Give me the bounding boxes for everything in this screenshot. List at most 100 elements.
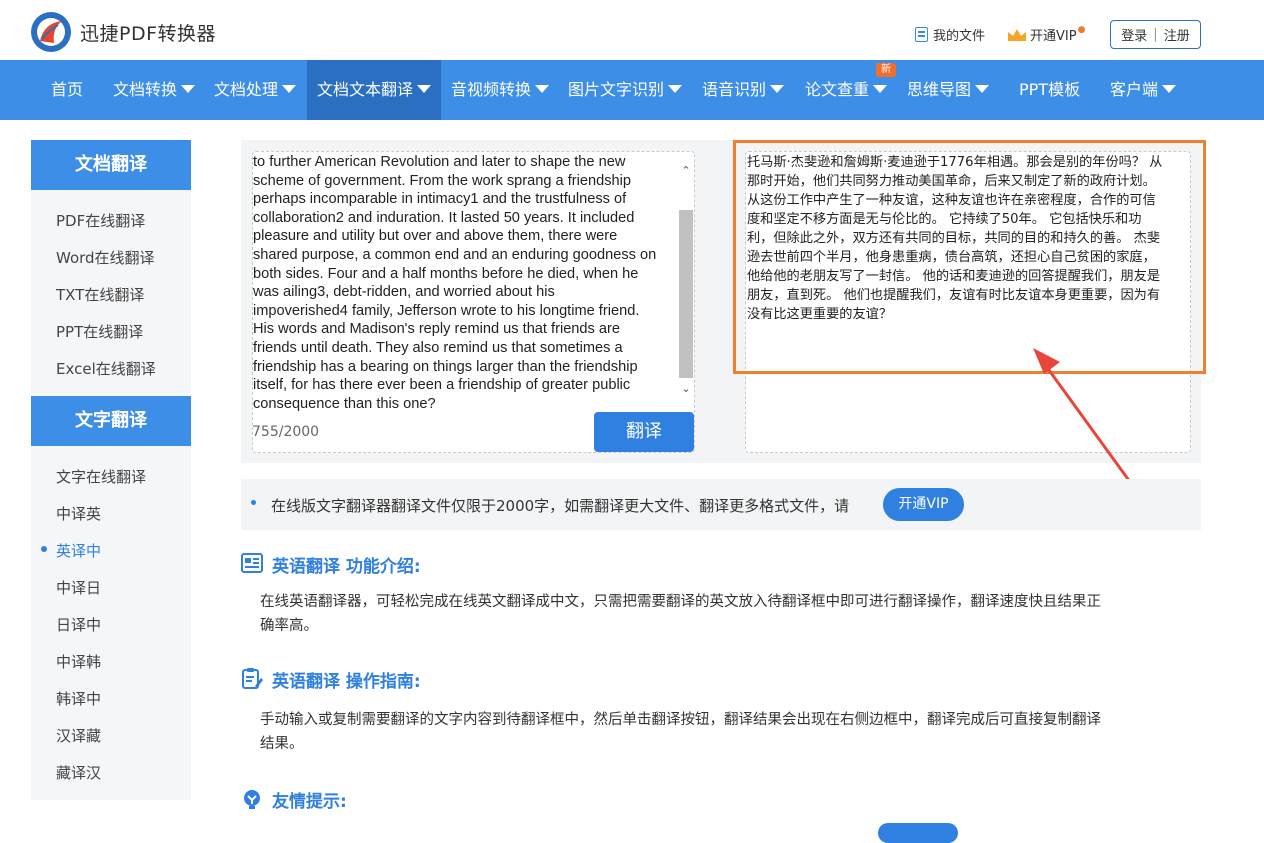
sidebar-item-en-zh[interactable]: 英译中 <box>56 540 101 561</box>
source-line: friendship has a bearing on things large… <box>253 358 638 375</box>
nav-mindmap[interactable]: 思维导图 <box>907 60 990 120</box>
sidebar-item-bo-zh[interactable]: 藏译汉 <box>56 762 101 783</box>
lightbulb-icon <box>244 790 260 809</box>
sidebar-item-txt[interactable]: TXT在线翻译 <box>56 284 144 305</box>
nav-av-convert-label: 音视频转换 <box>451 80 532 99</box>
chevron-down-icon <box>417 84 432 93</box>
nav-ppt-template[interactable]: PPT模板 <box>1019 60 1080 120</box>
body-line: 结果。 <box>260 736 304 752</box>
scroll-down-icon[interactable]: ⌄ <box>680 382 692 395</box>
sidebar-item-ppt[interactable]: PPT在线翻译 <box>56 321 143 342</box>
sidebar-item-pdf[interactable]: PDF在线翻译 <box>56 210 145 231</box>
chevron-down-icon <box>668 84 683 93</box>
friendly-tip-title: 友情提示: <box>272 792 347 812</box>
chevron-down-icon <box>873 84 888 93</box>
chevron-down-icon <box>181 84 196 93</box>
nav-home[interactable]: 首页 <box>51 60 83 120</box>
source-line: pleasure and utility but over and above … <box>253 228 618 245</box>
sidebar-text-translate-title: 文字翻译 <box>31 396 191 446</box>
active-indicator-dot <box>41 546 47 552</box>
source-line: perhaps incomparable in intimacy1 and th… <box>253 191 627 208</box>
source-line: friends until death. They also remind us… <box>253 339 623 356</box>
nav-ocr[interactable]: 图片文字识别 <box>568 60 683 120</box>
source-line: scheme of government. From the work spra… <box>253 172 631 189</box>
source-line: collaboration2 and induration. It lasted… <box>253 209 635 226</box>
body-line: 确率高。 <box>260 618 318 634</box>
bullet-icon <box>251 500 256 505</box>
newspaper-icon <box>241 553 263 573</box>
divider: | <box>1153 27 1158 42</box>
my-files-label: 我的文件 <box>933 29 986 44</box>
scrollbar-thumb[interactable] <box>679 210 693 378</box>
sidebar-doc-translate-title: 文档翻译 <box>31 140 191 190</box>
nav-ppt-template-label: PPT模板 <box>1019 80 1081 99</box>
sidebar-text-list <box>31 446 191 800</box>
chevron-down-icon <box>282 84 297 93</box>
result-highlight-box <box>733 140 1206 374</box>
open-vip-link[interactable]: 开通VIP ● <box>1007 25 1085 44</box>
body-line: 手动输入或复制需要翻译的文字内容到待翻译框中，然后单击翻译按钮，翻译结果会出现在… <box>260 712 1101 728</box>
sidebar-item-word[interactable]: Word在线翻译 <box>56 247 155 268</box>
chevron-down-icon <box>975 84 990 93</box>
chevron-down-icon <box>770 84 785 93</box>
char-counter: 755/2000 <box>252 424 320 440</box>
brand-name[interactable]: 迅捷PDF转换器 <box>80 19 216 46</box>
nav-client[interactable]: 客户端 <box>1110 60 1177 120</box>
sidebar-item-zh-en[interactable]: 中译英 <box>56 503 101 524</box>
sidebar-item-zh-ko[interactable]: 中译韩 <box>56 651 101 672</box>
nav-ocr-label: 图片文字识别 <box>568 80 665 99</box>
source-line: His words and Madison's reply remind us … <box>253 321 620 338</box>
app-logo[interactable] <box>30 11 72 53</box>
source-line: itself, for has there ever been a friend… <box>253 377 631 394</box>
sidebar-item-zh-ja[interactable]: 中译日 <box>56 577 101 598</box>
scroll-up-icon[interactable]: ⌃ <box>680 164 692 177</box>
sidebar-item-text-online[interactable]: 文字在线翻译 <box>56 466 146 487</box>
flame-icon: ● <box>1077 24 1086 35</box>
body-line: 在线英语翻译器，可轻松完成在线英文翻译成中文，只需把需要翻译的英文放入待翻译框中… <box>260 594 1101 610</box>
nav-speech-label: 语音识别 <box>702 80 767 99</box>
nav-doc-process[interactable]: 文档处理 <box>214 60 297 120</box>
feature-intro-body: 在线英语翻译器，可轻松完成在线英文翻译成中文，只需把需要翻译的英文放入待翻译框中… <box>260 590 1190 638</box>
chevron-down-icon <box>535 84 550 93</box>
new-badge: 新 <box>876 63 896 77</box>
open-vip-label: 开通VIP <box>1030 29 1077 44</box>
source-line: shared purpose, a common end and an endu… <box>253 246 657 263</box>
partial-button[interactable] <box>878 823 958 843</box>
feature-intro-title: 英语翻译 功能介绍: <box>272 557 421 577</box>
nav-client-label: 客户端 <box>1110 80 1159 99</box>
login-register-box: 登录 | 注册 <box>1110 20 1201 49</box>
nav-plagiarism-label: 论文查重 <box>805 80 870 99</box>
source-line: both sides. Four and a half months befor… <box>253 265 639 282</box>
clipboard-edit-icon <box>242 668 263 689</box>
source-text[interactable]: to further American Revolution and later… <box>253 153 675 411</box>
translate-button[interactable]: 翻译 <box>594 412 694 452</box>
nav-doc-convert[interactable]: 文档转换 <box>113 60 196 120</box>
my-files-link[interactable]: 我的文件 <box>915 25 985 44</box>
open-vip-button[interactable]: 开通VIP <box>883 488 964 521</box>
login-link[interactable]: 登录 <box>1121 25 1147 44</box>
nav-av-convert[interactable]: 音视频转换 <box>451 60 550 120</box>
sidebar-item-ja-zh[interactable]: 日译中 <box>56 614 101 635</box>
main-nav: 首页 文档转换 文档处理 文档文本翻译 音视频转换 图片文字识别 语音识别 论文… <box>0 60 1264 120</box>
sidebar-item-zh-bo[interactable]: 汉译藏 <box>56 725 101 746</box>
file-icon <box>915 27 928 42</box>
top-header: 迅捷PDF转换器 我的文件 开通VIP ● 登录 | 注册 <box>0 0 1264 60</box>
crown-icon <box>1008 28 1026 41</box>
nav-doc-convert-label: 文档转换 <box>113 80 178 99</box>
nav-home-label: 首页 <box>51 80 84 99</box>
register-link[interactable]: 注册 <box>1164 25 1190 44</box>
source-line: impoverished4 family, Jefferson wrote to… <box>253 302 640 319</box>
nav-doc-translate-label: 文档文本翻译 <box>317 80 414 99</box>
notice-text: 在线版文字翻译器翻译文件仅限于2000字，如需翻译更大文件、翻译更多格式文件，请 <box>271 497 850 515</box>
operation-guide-title: 英语翻译 操作指南: <box>272 672 421 692</box>
chevron-down-icon <box>1162 84 1177 93</box>
nav-plagiarism[interactable]: 论文查重 <box>805 60 888 120</box>
nav-doc-translate[interactable]: 文档文本翻译 <box>307 60 441 120</box>
sidebar-item-excel[interactable]: Excel在线翻译 <box>56 358 156 379</box>
nav-speech[interactable]: 语音识别 <box>702 60 785 120</box>
operation-guide-body: 手动输入或复制需要翻译的文字内容到待翻译框中，然后单击翻译按钮，翻译结果会出现在… <box>260 708 1190 756</box>
sidebar-item-ko-zh[interactable]: 韩译中 <box>56 688 101 709</box>
nav-doc-process-label: 文档处理 <box>214 80 279 99</box>
nav-mindmap-label: 思维导图 <box>907 80 972 99</box>
source-line: to further American Revolution and later… <box>253 154 626 170</box>
